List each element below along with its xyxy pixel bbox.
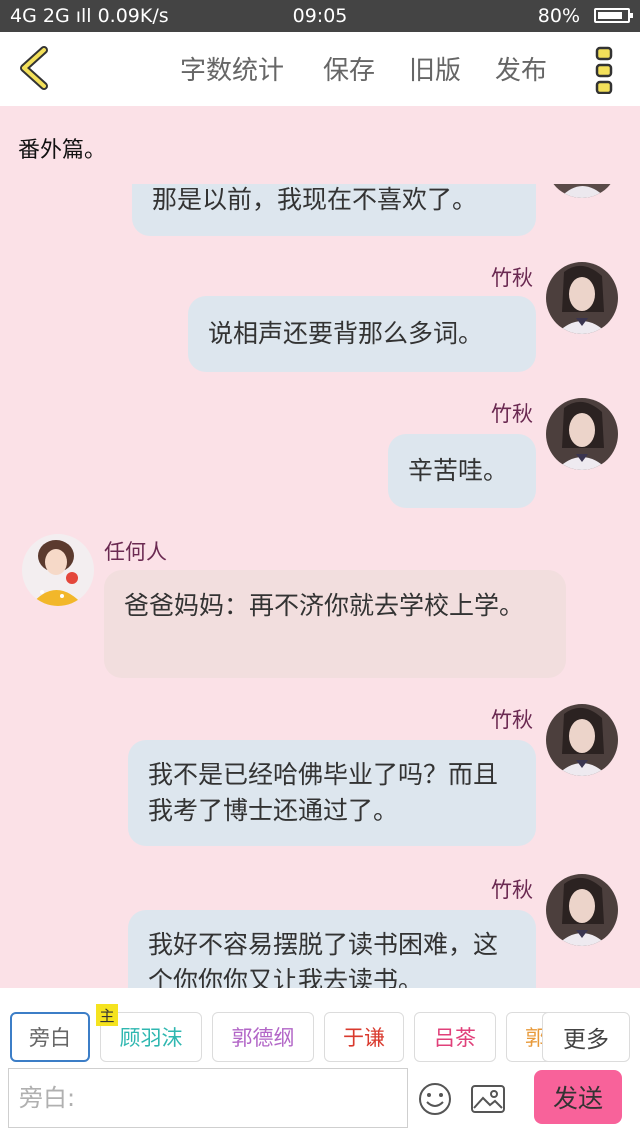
top-toolbar: 字数统计 保存 旧版 发布 — [0, 32, 640, 106]
old-version-button[interactable]: 旧版 — [409, 50, 461, 87]
save-button[interactable]: 保存 — [323, 50, 375, 87]
speaker-name: 任何人 — [104, 540, 167, 564]
message-bubble[interactable]: 我不是已经哈佛毕业了吗？而且我考了博士还通过了。 — [128, 740, 536, 846]
send-button[interactable]: 发送 — [534, 1070, 622, 1124]
speaker-name: 竹秋 — [491, 708, 533, 732]
chapter-title-bar[interactable]: 番外篇。 — [0, 106, 640, 184]
message-text: 我不是已经哈佛毕业了吗？而且我考了博士还通过了。 — [148, 760, 499, 825]
character-label: 旁白 — [29, 1026, 71, 1050]
image-icon[interactable] — [470, 1084, 506, 1114]
speaker-name: 竹秋 — [491, 266, 533, 290]
emoji-icon[interactable] — [418, 1082, 452, 1116]
avatar-zhuqiu[interactable] — [546, 398, 618, 470]
back-chevron-icon[interactable] — [16, 44, 52, 92]
character-chip[interactable]: 旁白 — [10, 1012, 90, 1062]
character-label: 吕茶 — [434, 1026, 476, 1050]
speaker-name: 竹秋 — [491, 878, 533, 902]
avatar-zhuqiu[interactable] — [546, 874, 618, 946]
avatar-zhuqiu[interactable] — [546, 262, 618, 334]
character-label: 郭德纲 — [231, 1026, 295, 1050]
message-text: 那是以前，我现在不喜欢了。 — [152, 185, 478, 214]
status-bar: 4G 2G ıll 0.09K/s 09:05 80% — [0, 0, 640, 32]
message-bubble[interactable]: 我好不容易摆脱了读书困难，这个你你你又让我去读书。 — [128, 910, 536, 988]
avatar-zhuqiu[interactable] — [546, 704, 618, 776]
more-label: 更多 — [563, 1027, 609, 1053]
message-text: 爸爸妈妈：再不济你就去学校上学。 — [124, 591, 525, 620]
battery-percent: 80% — [537, 5, 580, 27]
host-badge: 主 — [96, 1004, 118, 1026]
message-text: 我好不容易摆脱了读书困难，这个你你你又让我去读书。 — [148, 930, 499, 988]
message-bubble[interactable]: 爸爸妈妈：再不济你就去学校上学。 — [104, 570, 566, 678]
message-bubble[interactable]: 那是以前，我现在不喜欢了。 — [132, 184, 536, 236]
avatar-renheren[interactable] — [22, 534, 94, 606]
character-label: 顾羽沫 — [119, 1026, 183, 1050]
message-text: 说相声还要背那么多词。 — [208, 319, 484, 348]
character-label: 于谦 — [343, 1026, 385, 1050]
word-count-button[interactable]: 字数统计 — [180, 50, 284, 87]
composer-panel: 旁白 顾羽沫 主 郭德纲 于谦 吕茶 郭 更多 发送 — [0, 988, 640, 1138]
avatar-zhuqiu[interactable] — [546, 184, 618, 198]
chat-list[interactable]: 那是以前，我现在不喜欢了。 竹秋 说相声还要背那么多词。 竹秋 辛苦哇。 任何人… — [0, 184, 640, 988]
battery-icon — [594, 8, 633, 23]
message-bubble[interactable]: 辛苦哇。 — [388, 434, 536, 508]
message-input[interactable] — [9, 1069, 407, 1127]
character-chip[interactable]: 郭德纲 — [212, 1012, 314, 1062]
character-chip[interactable]: 吕茶 — [414, 1012, 496, 1062]
more-dots-icon[interactable] — [594, 46, 616, 94]
message-bubble[interactable]: 说相声还要背那么多词。 — [188, 296, 536, 372]
chapter-title: 番外篇。 — [18, 138, 107, 163]
more-characters-button[interactable]: 更多 — [542, 1012, 630, 1062]
publish-button[interactable]: 发布 — [495, 50, 547, 87]
message-text: 辛苦哇。 — [408, 456, 509, 485]
speaker-name: 竹秋 — [491, 402, 533, 426]
character-chip[interactable]: 于谦 — [324, 1012, 404, 1062]
message-input-box[interactable] — [8, 1068, 408, 1128]
